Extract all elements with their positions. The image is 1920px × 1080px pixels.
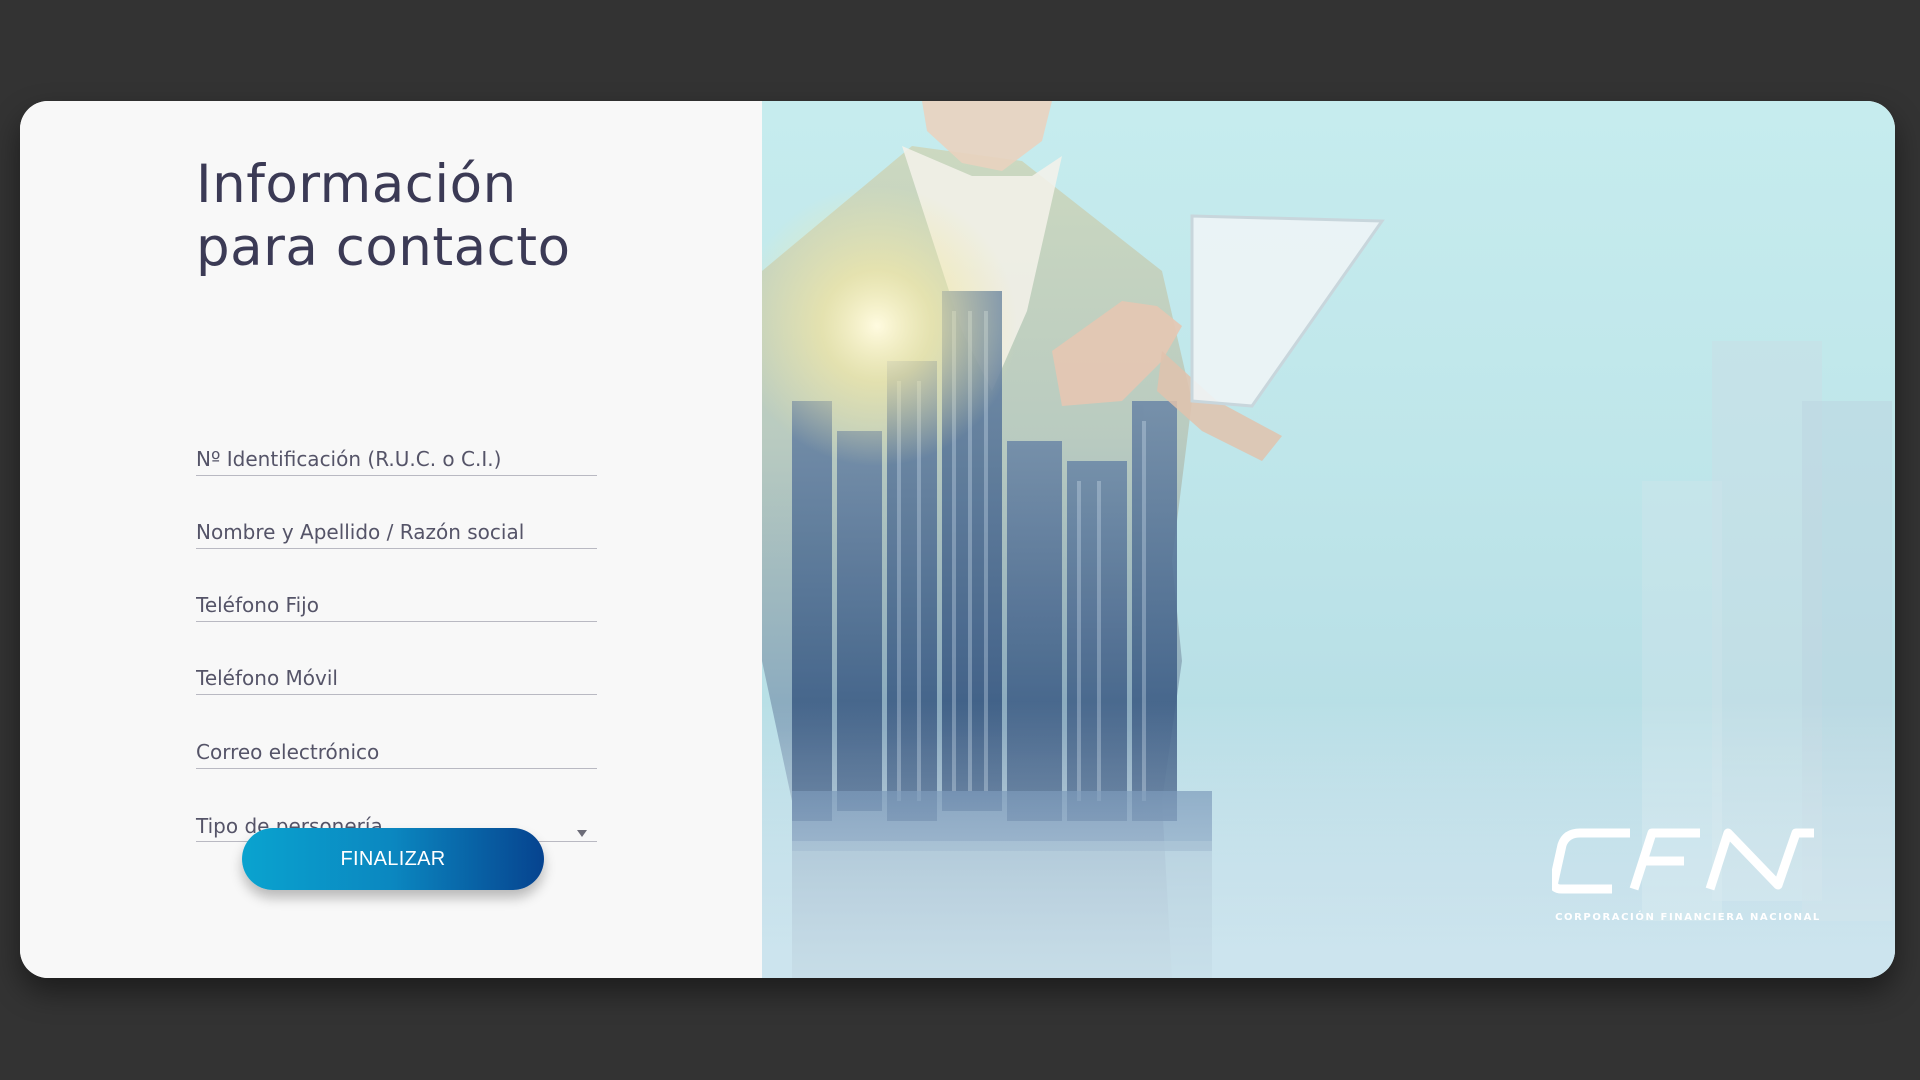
page-title-line-2: para contacto	[196, 217, 571, 278]
page-title-line-1: Información	[196, 154, 517, 215]
mobile-phone-field[interactable]	[196, 654, 597, 695]
email-field[interactable]	[196, 728, 597, 769]
page-title: Información para contacto	[196, 153, 571, 279]
hero-image-panel: CORPORACIÓN FINANCIERA NACIONAL	[762, 101, 1895, 978]
cfn-logo: CORPORACIÓN FINANCIERA NACIONAL	[1549, 823, 1822, 923]
name-input[interactable]	[196, 518, 597, 546]
email-input[interactable]	[196, 738, 597, 766]
finish-button[interactable]: FINALIZAR	[242, 828, 544, 890]
chevron-down-icon[interactable]	[577, 830, 587, 837]
landline-phone-input[interactable]	[196, 591, 597, 619]
cfn-tagline: CORPORACIÓN FINANCIERA NACIONAL	[1555, 912, 1821, 923]
contact-form-panel: Información para contacto Tipo de person…	[20, 101, 762, 978]
identification-input[interactable]	[196, 445, 597, 473]
mobile-phone-input[interactable]	[196, 664, 597, 692]
contact-card: Información para contacto Tipo de person…	[20, 101, 1895, 978]
cfn-logo-mark	[1549, 828, 1814, 894]
identification-field[interactable]	[196, 435, 597, 476]
name-field[interactable]	[196, 508, 597, 549]
landline-phone-field[interactable]	[196, 581, 597, 622]
